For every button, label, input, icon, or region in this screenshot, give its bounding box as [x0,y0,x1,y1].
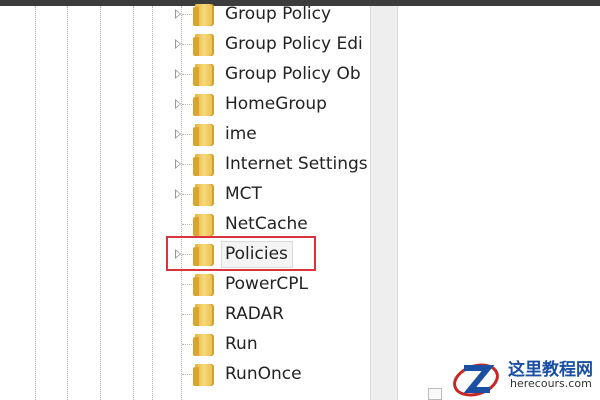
tree-guide-line [35,6,36,400]
tree-item-label: RunOnce [225,364,302,384]
tree-item[interactable]: ime [172,120,372,150]
folder-icon [193,34,214,56]
tree-item-label: Group Policy Ob [225,64,361,84]
folder-icon [193,124,214,146]
tree-guide-line [100,6,101,400]
folder-icon [193,184,214,206]
partial-control [428,388,442,400]
folder-icon [193,274,214,296]
folder-icon [193,64,214,86]
tree-item[interactable]: RADAR [172,300,372,330]
expand-arrow-icon[interactable] [175,69,181,79]
expand-arrow-icon[interactable] [175,189,181,199]
folder-icon [193,94,214,116]
folder-icon [193,304,214,326]
expand-arrow-icon[interactable] [175,39,181,49]
folder-icon [193,364,214,386]
tree-guide-line [133,6,134,400]
tree-item[interactable]: Group Policy Ob [172,60,372,90]
folder-icon [193,4,214,26]
folder-icon [193,334,214,356]
tree-scrollbar[interactable] [370,6,398,400]
tree-item[interactable]: RunOnce [172,360,372,390]
z-logo-icon [453,363,499,397]
expand-arrow-icon[interactable] [175,99,181,109]
annotation-highlight-box [166,236,316,271]
folder-icon [193,154,214,176]
watermark-url: herecours.com [510,377,592,390]
registry-values-pane [398,6,600,400]
tree-item-label: MCT [225,184,262,204]
tree-item-label: HomeGroup [225,94,327,114]
expand-arrow-icon[interactable] [175,159,181,169]
tree-item[interactable]: MCT [172,180,372,210]
folder-icon [193,214,214,236]
tree-item-label: Run [225,334,258,354]
tree-item-label: RADAR [225,304,284,324]
tree-item[interactable]: HomeGroup [172,90,372,120]
tree-item-label: PowerCPL [225,274,308,294]
tree-item-label: Internet Settings [225,154,368,174]
tree-guide-line [152,6,153,400]
tree-item[interactable]: PowerCPL [172,270,372,300]
tree-item-label: NetCache [225,214,308,234]
tree-item-label: ime [225,124,257,144]
tree-item[interactable]: Group Policy [172,0,372,30]
tree-item-label: Group Policy Edi [225,34,363,54]
expand-arrow-icon[interactable] [175,129,181,139]
tree-guide-line [67,6,68,400]
tree-item[interactable]: Internet Settings [172,150,372,180]
expand-arrow-icon[interactable] [175,9,181,19]
tree-item-label: Group Policy [225,4,332,24]
tree-item[interactable]: Run [172,330,372,360]
tree-item[interactable]: Group Policy Edi [172,30,372,60]
